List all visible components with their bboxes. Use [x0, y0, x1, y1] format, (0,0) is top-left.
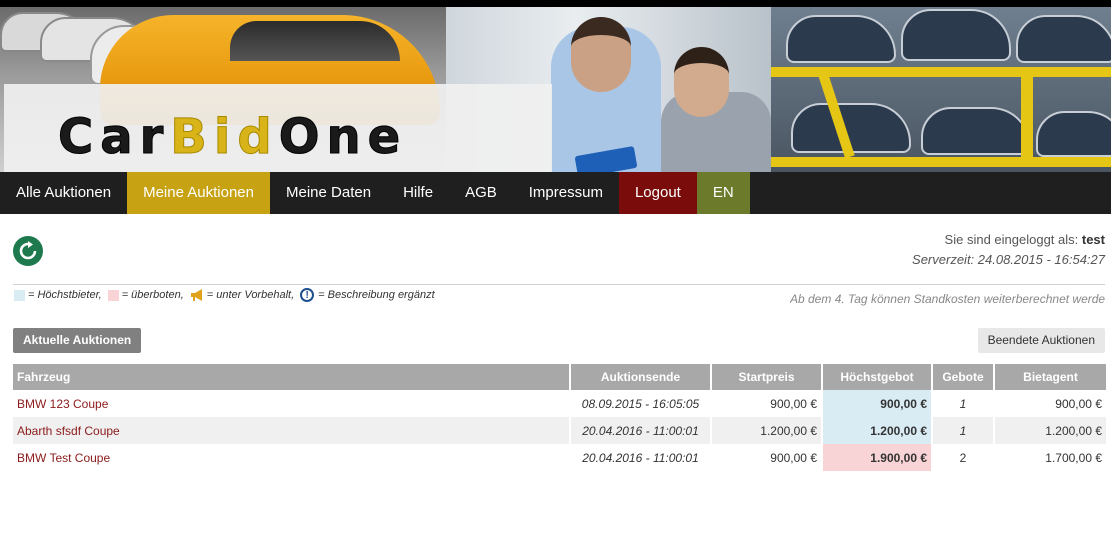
header-auction-end[interactable]: Auktionsende — [570, 364, 712, 390]
table-row[interactable]: BMW Test Coupe 20.04.2016 - 11:00:01 900… — [13, 444, 1106, 471]
start-price: 900,00 € — [711, 390, 823, 417]
legend-reserve: = unter Vorbehalt, — [206, 289, 295, 301]
legend-description-added: = Beschreibung ergänzt — [318, 289, 435, 301]
info-icon: ! — [300, 288, 315, 302]
nav-meine-auktionen[interactable]: Meine Auktionen — [127, 172, 270, 214]
login-status: Sie sind eingeloggt als: test — [945, 232, 1105, 247]
refresh-icon[interactable] — [13, 236, 43, 266]
highest-bidder-swatch — [14, 289, 25, 301]
current-auctions-button[interactable]: Aktuelle Auktionen — [13, 328, 142, 353]
login-prefix: Sie sind eingeloggt als: — [944, 232, 1079, 247]
header-bids[interactable]: Gebote — [932, 364, 995, 390]
notice-ticker: Ab dem 4. Tag können Standkosten weiterb… — [790, 292, 1105, 306]
auction-end: 08.09.2015 - 16:05:05 — [570, 390, 712, 417]
carbidone-logo[interactable]: CarBidOne — [57, 109, 407, 166]
table-row[interactable]: Abarth sfsdf Coupe 20.04.2016 - 11:00:01… — [13, 417, 1106, 444]
top-strip — [0, 0, 1111, 7]
divider — [13, 284, 1105, 285]
nav-impressum[interactable]: Impressum — [513, 172, 619, 214]
nav-alle-auktionen[interactable]: Alle Auktionen — [0, 172, 127, 214]
highest-bid: 1.900,00 € — [822, 444, 933, 471]
vehicle-link[interactable]: Abarth sfsdf Coupe — [13, 417, 571, 444]
start-price: 900,00 € — [711, 444, 823, 471]
nav-agb[interactable]: AGB — [449, 172, 513, 214]
header-start-price[interactable]: Startpreis — [711, 364, 823, 390]
banner-image-transporter — [771, 7, 1111, 172]
nav-language-en[interactable]: EN — [696, 172, 750, 214]
login-username: test — [1081, 232, 1105, 247]
auction-end: 20.04.2016 - 11:00:01 — [570, 417, 712, 444]
nav-logout[interactable]: Logout — [618, 172, 697, 214]
nav-meine-daten[interactable]: Meine Daten — [270, 172, 387, 214]
bid-count: 1 — [932, 417, 995, 444]
header-banner: CarBidOne — [0, 7, 1111, 172]
vehicle-link[interactable]: BMW Test Coupe — [13, 444, 571, 471]
legend-outbid: = überboten, — [121, 289, 184, 301]
bid-agent: 1.200,00 € — [994, 417, 1106, 444]
bid-agent: 1.700,00 € — [994, 444, 1106, 471]
auctions-table: Fahrzeug Auktionsende Startpreis Höchstg… — [13, 364, 1106, 471]
table-row[interactable]: BMW 123 Coupe 08.09.2015 - 16:05:05 900,… — [13, 390, 1106, 417]
auction-end: 20.04.2016 - 11:00:01 — [570, 444, 712, 471]
main-content: Sie sind eingeloggt als: test Serverzeit… — [0, 214, 1111, 536]
highest-bid: 1.200,00 € — [822, 417, 933, 444]
header-highest-bid[interactable]: Höchstgebot — [822, 364, 933, 390]
bid-count: 1 — [932, 390, 995, 417]
status-legend: = Höchstbieter, = überboten, = unter Vor… — [14, 288, 441, 302]
megaphone-icon — [190, 288, 204, 302]
bid-agent: 900,00 € — [994, 390, 1106, 417]
bid-count: 2 — [932, 444, 995, 471]
start-price: 1.200,00 € — [711, 417, 823, 444]
outbid-swatch — [107, 289, 119, 301]
nav-hilfe[interactable]: Hilfe — [387, 172, 449, 214]
highest-bid: 900,00 € — [822, 390, 933, 417]
main-nav: Alle Auktionen Meine Auktionen Meine Dat… — [0, 172, 1111, 214]
table-header-row: Fahrzeug Auktionsende Startpreis Höchstg… — [13, 364, 1106, 390]
ended-auctions-button[interactable]: Beendete Auktionen — [977, 328, 1105, 353]
server-time: Serverzeit: 24.08.2015 - 16:54:27 — [912, 252, 1105, 267]
vehicle-link[interactable]: BMW 123 Coupe — [13, 390, 571, 417]
legend-highest-bidder: = Höchstbieter, — [28, 289, 102, 301]
header-bid-agent[interactable]: Bietagent — [994, 364, 1106, 390]
header-vehicle[interactable]: Fahrzeug — [13, 364, 571, 390]
